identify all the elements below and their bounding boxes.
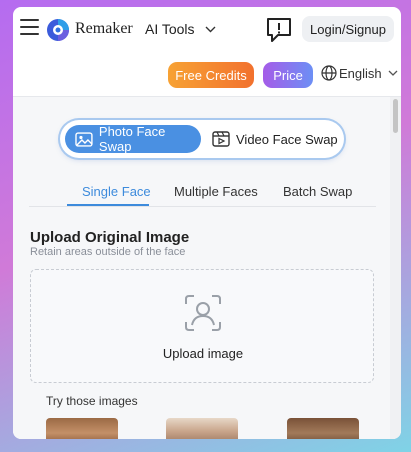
video-face-swap-label: Video Face Swap — [236, 131, 338, 147]
language-selector[interactable]: English — [321, 65, 400, 81]
price-button[interactable]: Price — [263, 62, 313, 88]
image-icon — [75, 131, 93, 147]
sample-image-3[interactable] — [287, 418, 359, 439]
sample-images-label: Try those images — [46, 394, 138, 408]
photo-face-swap-button[interactable]: Photo Face Swap — [65, 124, 201, 154]
app-window: Remaker AI Tools Login/Signup Free Credi… — [13, 7, 401, 439]
remaker-logo-icon[interactable] — [46, 18, 70, 42]
brand-name[interactable]: Remaker — [75, 20, 133, 38]
sample-image-1[interactable] — [46, 418, 118, 439]
nav-ai-tools-label: AI Tools — [145, 21, 195, 37]
photo-face-swap-label: Photo Face Swap — [98, 124, 166, 154]
language-label: English — [339, 65, 382, 81]
sample-image-2[interactable] — [166, 418, 238, 439]
tab-multiple-faces[interactable]: Multiple Faces — [174, 184, 258, 199]
chevron-down-icon — [388, 70, 398, 76]
face-mode-tabs: Single Face Multiple Faces Batch Swap — [29, 177, 376, 207]
film-icon — [212, 131, 230, 147]
hamburger-menu-icon[interactable] — [20, 19, 39, 37]
mode-switch: Photo Face Swap Video Face Swap — [60, 120, 344, 158]
scrollbar-track[interactable] — [390, 97, 401, 439]
feedback-alert-icon[interactable] — [265, 16, 293, 44]
upload-dropzone[interactable]: Upload image — [30, 269, 374, 383]
login-signup-button[interactable]: Login/Signup — [302, 16, 394, 42]
top-header: Remaker AI Tools Login/Signup — [13, 7, 401, 51]
upload-section-title: Upload Original Image — [30, 229, 190, 246]
scrollbar-thumb[interactable] — [393, 99, 398, 133]
active-tab-indicator — [67, 204, 149, 206]
upload-section-subtitle: Retain areas outside of the face — [30, 246, 186, 258]
tab-batch-swap[interactable]: Batch Swap — [283, 184, 352, 199]
upload-image-label: Upload image — [162, 346, 244, 361]
globe-icon — [321, 65, 337, 81]
nav-ai-tools[interactable]: AI Tools — [145, 21, 216, 37]
main-content: Photo Face Swap Video Face Swap Single F… — [13, 97, 390, 439]
face-scan-icon — [185, 295, 221, 331]
video-face-swap-button[interactable]: Video Face Swap — [212, 125, 338, 153]
free-credits-button[interactable]: Free Credits — [168, 62, 254, 88]
chevron-down-icon — [205, 26, 216, 32]
tab-single-face[interactable]: Single Face — [82, 184, 151, 199]
